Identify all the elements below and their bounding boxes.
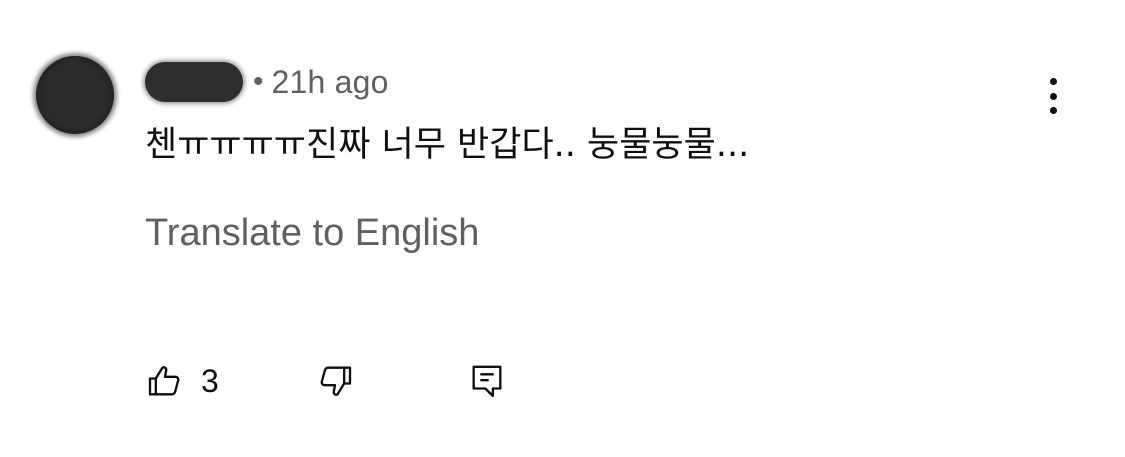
comment-timestamp: 21h ago xyxy=(271,63,389,100)
avatar[interactable] xyxy=(36,56,114,134)
thumbs-up-icon xyxy=(145,361,185,401)
thumbs-down-icon xyxy=(315,361,355,401)
translate-button[interactable]: Translate to English xyxy=(145,212,479,255)
comment-reply-icon xyxy=(467,361,507,401)
like-count: 3 xyxy=(201,362,219,399)
comment-header: • 21h ago xyxy=(145,60,389,104)
like-button[interactable]: 3 xyxy=(145,356,219,406)
comment-text: 첸ㅠㅠㅠㅠ진짜 너무 반갑다.. 눙물눙물... xyxy=(145,125,750,165)
dislike-button[interactable] xyxy=(315,356,355,406)
reply-button[interactable] xyxy=(467,356,507,406)
meta-separator: • xyxy=(253,65,264,98)
more-options-button[interactable] xyxy=(1036,74,1070,118)
more-vertical-icon xyxy=(1049,78,1057,85)
author-name-redacted[interactable] xyxy=(145,62,243,102)
